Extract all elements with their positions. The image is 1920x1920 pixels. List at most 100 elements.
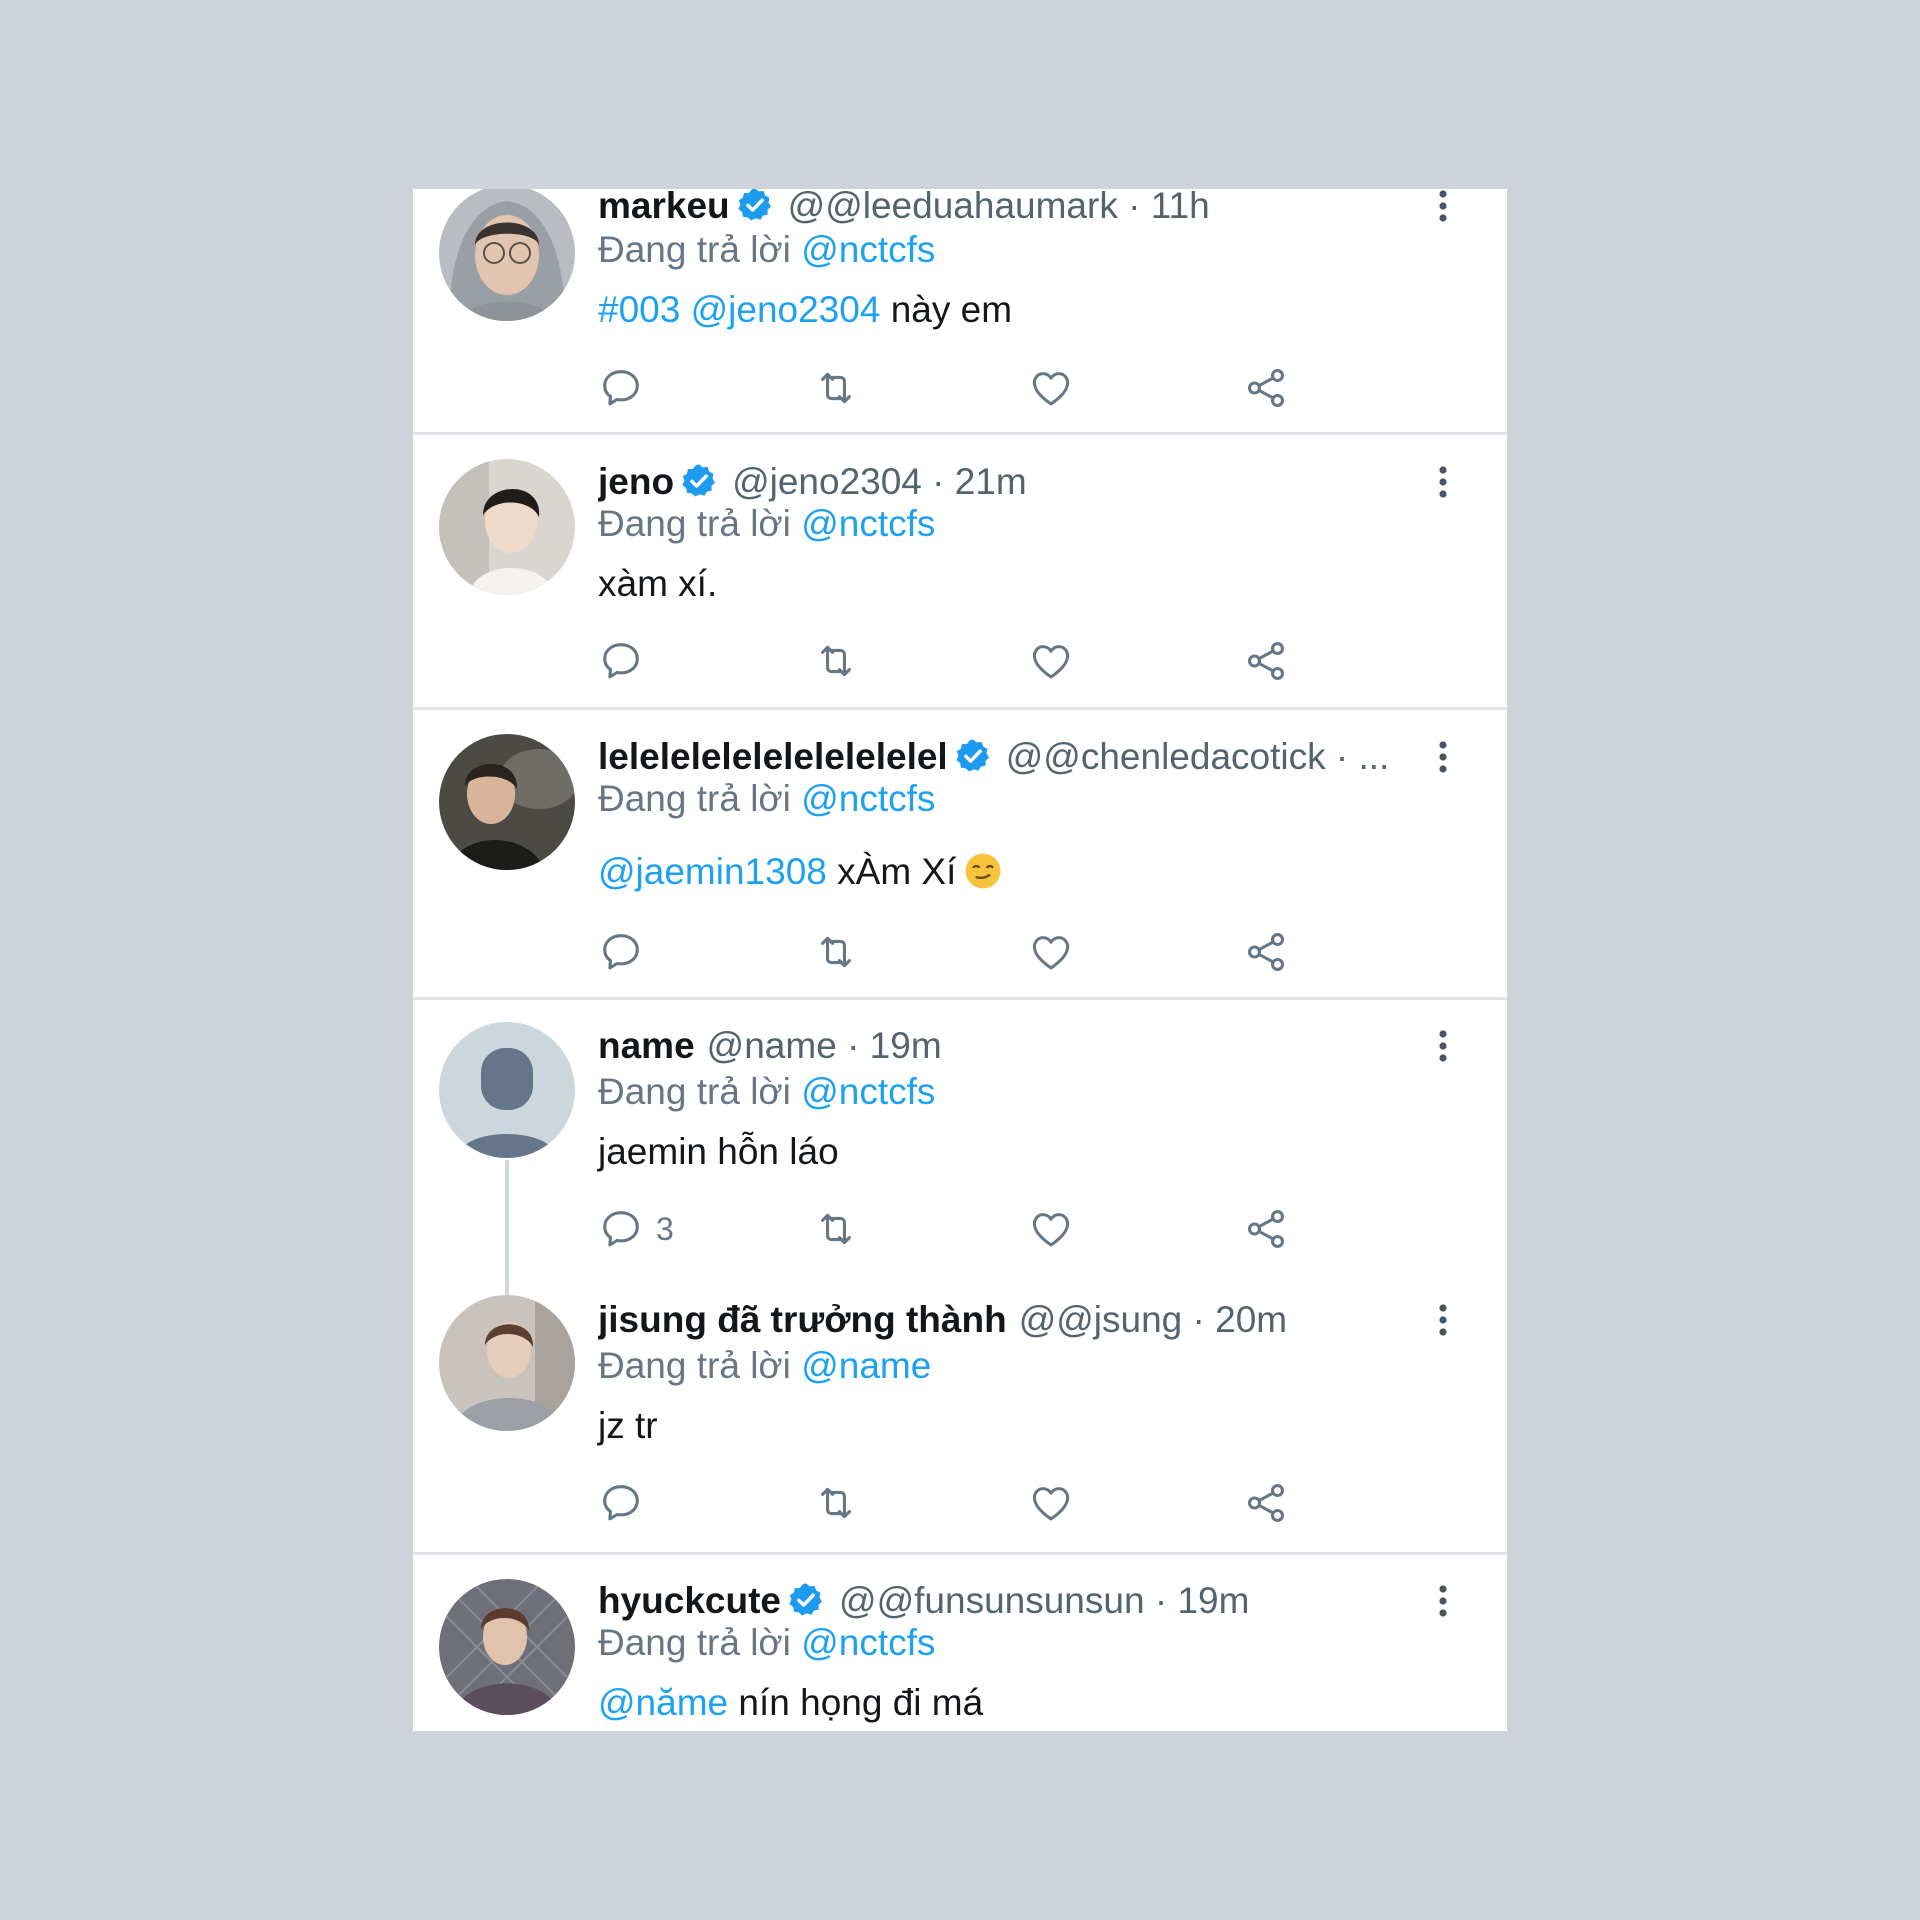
timestamp[interactable]: ...	[1359, 736, 1390, 777]
display-name[interactable]: markeu	[598, 189, 730, 226]
reply-prefix: Đang trả lời	[598, 503, 791, 544]
reply-icon	[598, 638, 644, 684]
avatar[interactable]	[439, 1579, 575, 1715]
more-icon[interactable]	[1423, 1295, 1463, 1345]
handle[interactable]: @name	[707, 1025, 837, 1066]
reply-prefix: Đang trả lời	[598, 778, 791, 819]
handle[interactable]: @@leeduahaumark	[788, 189, 1118, 226]
tweet-item[interactable]: jeno @jeno2304 · 21m Đang trả lời @nctcfs…	[413, 435, 1507, 707]
timestamp[interactable]: 20m	[1215, 1299, 1287, 1340]
tweet-item[interactable]: jisung đã trưởng thành @@jsung · 20m Đang…	[413, 1275, 1507, 1552]
retweet-icon	[813, 638, 859, 684]
timestamp[interactable]: 19m	[870, 1025, 942, 1066]
body-text: này em	[890, 289, 1013, 330]
retweet-icon	[813, 929, 859, 975]
body-text: xÀm Xí	[837, 851, 957, 892]
share-icon	[1243, 1206, 1289, 1252]
reply-count: 3	[656, 1210, 674, 1247]
action-bar	[598, 1478, 1298, 1528]
reply-prefix: Đang trả lời	[598, 1622, 791, 1663]
reply-prefix: Đang trả lời	[598, 229, 791, 270]
handle[interactable]: @@chenledacotick	[1006, 736, 1326, 777]
reply-button[interactable]	[598, 636, 656, 686]
avatar[interactable]	[439, 734, 575, 870]
more-icon[interactable]	[1423, 457, 1463, 507]
like-icon	[1028, 929, 1074, 975]
avatar[interactable]	[439, 459, 575, 595]
tweet-body: @năme nín họng đi má	[598, 1678, 983, 1728]
display-name[interactable]: lelelelelelelelelelelel	[598, 736, 948, 777]
reply-to-link[interactable]: @name	[801, 1345, 931, 1386]
handle[interactable]: @@funsunsunsun	[839, 1580, 1145, 1621]
like-button[interactable]	[1028, 927, 1074, 977]
reply-button[interactable]	[598, 363, 656, 413]
retweet-button[interactable]	[813, 363, 859, 413]
like-button[interactable]	[1028, 1204, 1074, 1254]
reply-icon	[598, 1480, 644, 1526]
retweet-button[interactable]	[813, 636, 859, 686]
reply-icon	[598, 1206, 644, 1252]
tweet-item[interactable]: markeu @@leeduahaumark · 11h Đang trả lời…	[413, 189, 1507, 432]
tweet-item[interactable]: hyuckcute @@funsunsunsun · 19m Đang trả l…	[413, 1555, 1507, 1731]
share-button[interactable]	[1243, 363, 1289, 413]
reply-to-link[interactable]: @nctcfs	[801, 1622, 935, 1663]
reply-button[interactable]	[598, 1478, 656, 1528]
display-name[interactable]: hyuckcute	[598, 1580, 781, 1621]
reply-context: Đang trả lời @nctcfs	[598, 774, 935, 824]
more-icon[interactable]	[1423, 1021, 1463, 1071]
retweet-icon	[813, 1206, 859, 1252]
reply-to-link[interactable]: @nctcfs	[801, 778, 935, 819]
like-button[interactable]	[1028, 363, 1074, 413]
default-avatar-icon	[439, 1022, 575, 1158]
retweet-icon	[813, 365, 859, 411]
tweet-item[interactable]: name @name · 19m Đang trả lời @nctcfs jae…	[413, 1000, 1507, 1296]
reply-prefix: Đang trả lời	[598, 1071, 791, 1112]
action-bar	[598, 636, 1298, 686]
avatar[interactable]	[439, 1295, 575, 1431]
like-button[interactable]	[1028, 1478, 1074, 1528]
tweet-header: jisung đã trưởng thành @@jsung · 20m	[598, 1299, 1288, 1340]
retweet-button[interactable]	[813, 1204, 859, 1254]
body-link[interactable]: @jaemin1308	[598, 851, 827, 892]
like-button[interactable]	[1028, 636, 1074, 686]
timestamp[interactable]: 11h	[1151, 189, 1210, 226]
verified-icon	[736, 189, 774, 224]
verified-icon	[680, 462, 718, 500]
avatar[interactable]	[439, 1022, 575, 1158]
reply-to-link[interactable]: @nctcfs	[801, 1071, 935, 1112]
share-icon	[1243, 638, 1289, 684]
reply-context: Đang trả lời @nctcfs	[598, 1067, 935, 1117]
share-button[interactable]	[1243, 636, 1289, 686]
more-icon[interactable]	[1423, 189, 1463, 231]
share-button[interactable]	[1243, 927, 1289, 977]
share-button[interactable]	[1243, 1204, 1289, 1254]
display-name[interactable]: jeno	[598, 461, 674, 502]
body-link[interactable]: @năme	[598, 1682, 728, 1723]
handle[interactable]: @jeno2304	[732, 461, 922, 502]
reply-to-link[interactable]: @nctcfs	[801, 229, 935, 270]
reply-button[interactable]: 3	[598, 1204, 674, 1254]
handle[interactable]: @@jsung	[1019, 1299, 1183, 1340]
reply-to-link[interactable]: @nctcfs	[801, 503, 935, 544]
more-icon[interactable]	[1423, 1576, 1463, 1626]
display-name[interactable]: name	[598, 1025, 695, 1066]
share-button[interactable]	[1243, 1478, 1289, 1528]
like-icon	[1028, 1480, 1074, 1526]
tweet-body: @jaemin1308 xÀm Xí	[598, 847, 1002, 897]
retweet-button[interactable]	[813, 1478, 859, 1528]
share-icon	[1243, 365, 1289, 411]
retweet-button[interactable]	[813, 927, 859, 977]
reply-icon	[598, 929, 644, 975]
smirk-emoji-icon	[965, 853, 1001, 889]
timestamp[interactable]: 21m	[955, 461, 1027, 502]
body-link[interactable]: #003 @jeno2304	[598, 289, 880, 330]
avatar[interactable]	[439, 189, 575, 321]
tweet-list: markeu @@leeduahaumark · 11h Đang trả lời…	[413, 189, 1507, 1731]
tweet-body: jaemin hỗn láo	[598, 1127, 839, 1177]
timestamp[interactable]: 19m	[1177, 1580, 1249, 1621]
tweet-header: name @name · 19m	[598, 1025, 942, 1066]
tweet-item[interactable]: lelelelelelelelelelelel @@chenledacotick …	[413, 710, 1507, 997]
display-name[interactable]: jisung đã trưởng thành	[598, 1299, 1007, 1340]
reply-button[interactable]	[598, 927, 656, 977]
more-icon[interactable]	[1423, 732, 1463, 782]
